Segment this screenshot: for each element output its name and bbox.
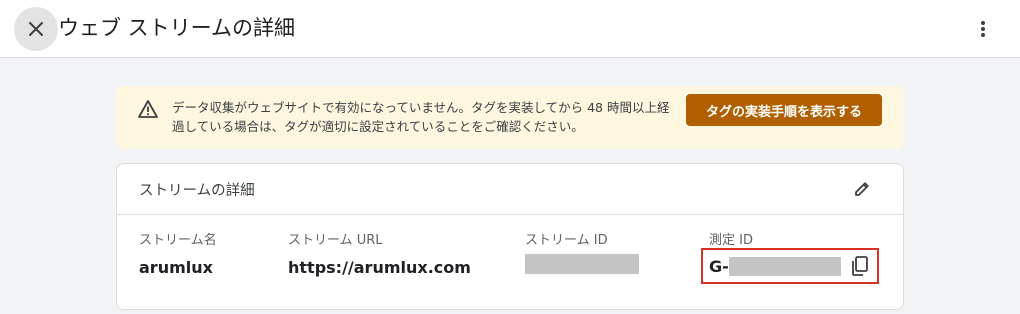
stream-url-value: https://arumlux.com	[288, 258, 471, 277]
stream-name-label: ストリーム名	[139, 233, 217, 248]
warning-message: データ収集がウェブサイトで有効になっていません。タグを実装してから 48 時間以…	[172, 100, 670, 134]
page-title: ウェブ ストリームの詳細	[58, 16, 296, 40]
top-bar: ウェブ ストリームの詳細	[0, 0, 1020, 58]
more-options-button[interactable]	[968, 14, 998, 44]
stream-url-label: ストリーム URL	[288, 233, 383, 248]
stream-url-field: ストリーム URL https://arumlux.com	[288, 232, 471, 279]
card-header: ストリームの詳細	[117, 164, 903, 215]
stream-name-value: arumlux	[139, 258, 213, 277]
stream-id-field: ストリーム ID	[525, 232, 608, 250]
more-vert-icon	[981, 21, 985, 37]
edit-pencil-icon	[855, 182, 869, 196]
close-button[interactable]	[14, 7, 58, 51]
copy-measurement-id-button[interactable]	[849, 255, 871, 277]
stream-id-redacted-value	[525, 254, 639, 274]
edit-button[interactable]	[847, 174, 877, 204]
view-tag-instructions-button[interactable]: タグの実装手順を表示する	[686, 94, 882, 126]
measurement-id-highlight: G-	[701, 248, 879, 284]
warning-banner: データ収集がウェブサイトで有効になっていません。タグを実装してから 48 時間以…	[116, 86, 904, 149]
copy-icon	[852, 256, 868, 276]
close-icon	[29, 22, 43, 36]
stream-details-card: ストリームの詳細 ストリーム名 arumlux ストリーム URL https:…	[116, 163, 904, 310]
stream-id-label: ストリーム ID	[525, 233, 608, 248]
measurement-id-prefix: G-	[709, 257, 729, 276]
measurement-id-redacted-value	[729, 257, 841, 276]
stream-name-field: ストリーム名 arumlux	[139, 232, 217, 279]
card-title: ストリームの詳細	[139, 183, 255, 199]
warning-icon	[138, 100, 158, 118]
